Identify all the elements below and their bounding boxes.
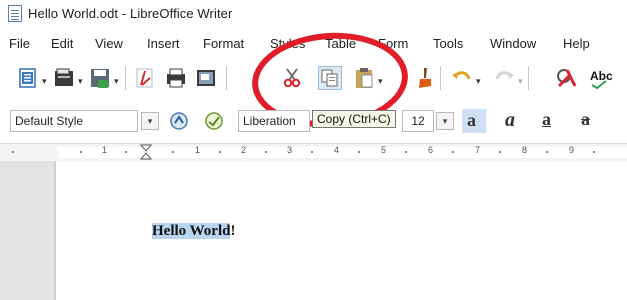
ruler-label: 6 — [428, 145, 434, 155]
spelling-button[interactable]: Abc — [588, 66, 622, 90]
paragraph-style-select[interactable]: Default Style — [10, 110, 138, 132]
ruler-tick — [405, 151, 407, 153]
open-button[interactable] — [52, 66, 76, 90]
page-gutter — [0, 161, 54, 300]
window-title: Hello World.odt - LibreOffice Writer — [28, 6, 233, 21]
ruler-tick — [311, 151, 313, 153]
font-size-select[interactable]: 12 — [402, 110, 434, 132]
toolbar-separator — [440, 66, 441, 90]
ruler-tick — [265, 151, 267, 153]
new-style-button[interactable] — [202, 109, 226, 133]
new-document-icon — [19, 68, 36, 88]
ruler-tick — [499, 151, 501, 153]
ruler-label: 2 — [241, 145, 247, 155]
bold-button[interactable]: a — [462, 109, 486, 133]
page-edge — [54, 161, 56, 300]
ruler-tick — [358, 151, 360, 153]
new-dropdown-icon[interactable]: ▾ — [42, 76, 47, 87]
underline-label: a — [542, 109, 551, 129]
open-dropdown-icon[interactable]: ▾ — [78, 76, 83, 87]
menu-insert[interactable]: Insert — [147, 36, 180, 51]
menu-tools[interactable]: Tools — [433, 36, 463, 51]
ruler-label: 1 — [102, 145, 108, 155]
pdf-icon — [136, 68, 153, 88]
menu-help[interactable]: Help — [563, 36, 590, 51]
ruler-tick — [12, 151, 14, 153]
ruler-label: 3 — [287, 145, 293, 155]
new-style-icon — [205, 112, 223, 130]
paragraph-style-dropdown-icon[interactable]: ▾ — [141, 112, 159, 130]
italic-label: a — [505, 109, 515, 131]
find-replace-button[interactable] — [554, 66, 578, 90]
underline-button[interactable]: a — [536, 109, 560, 133]
ruler-tick — [546, 151, 548, 153]
clone-formatting-button[interactable] — [412, 66, 436, 90]
horizontal-ruler[interactable]: 1 1 2 3 4 5 6 7 8 9 — [0, 143, 627, 163]
document-area[interactable]: Hello World! — [0, 161, 627, 300]
ruler-label: 7 — [475, 145, 481, 155]
menu-window[interactable]: Window — [490, 36, 536, 51]
font-size-dropdown-icon[interactable]: ▾ — [436, 112, 454, 130]
ruler-label: 8 — [522, 145, 528, 155]
save-dropdown-icon[interactable]: ▾ — [114, 76, 119, 87]
save-button[interactable] — [88, 66, 112, 90]
svg-text:Abc: Abc — [590, 69, 613, 83]
undo-icon — [452, 71, 471, 80]
toolbar-separator — [226, 66, 227, 90]
export-pdf-button[interactable] — [133, 66, 157, 90]
ruler-label: 4 — [334, 145, 340, 155]
update-style-button[interactable] — [167, 109, 191, 133]
copy-tooltip: Copy (Ctrl+C) — [312, 110, 396, 128]
paintbrush-icon — [419, 68, 431, 88]
strikethrough-button[interactable]: a — [576, 109, 600, 133]
strikethrough-label: a — [581, 109, 590, 129]
selected-text[interactable]: Hello World — [152, 223, 231, 239]
undo-dropdown-icon[interactable]: ▾ — [476, 76, 481, 87]
ruler-label: 1 — [195, 145, 201, 155]
ruler-tick — [593, 151, 595, 153]
document-paragraph[interactable]: Hello World! — [152, 223, 235, 240]
new-document-button[interactable] — [16, 66, 40, 90]
writer-document-icon — [8, 5, 22, 22]
find-replace-icon — [557, 69, 577, 88]
undo-button[interactable] — [450, 66, 474, 90]
print-preview-button[interactable] — [194, 66, 218, 90]
italic-button[interactable]: a — [500, 109, 524, 133]
ruler-tick — [219, 151, 221, 153]
toolbar-separator — [125, 66, 126, 90]
printer-icon — [167, 68, 185, 88]
ruler-tick — [452, 151, 454, 153]
ruler-tick — [125, 151, 127, 153]
save-icon — [91, 69, 109, 88]
font-name-select[interactable]: Liberation — [238, 110, 310, 132]
menu-file[interactable]: File — [9, 36, 30, 51]
redo-button[interactable] — [492, 66, 516, 90]
print-preview-icon — [197, 70, 215, 86]
ruler-label: 5 — [381, 145, 387, 155]
update-style-icon — [170, 112, 188, 130]
trailing-text[interactable]: ! — [230, 223, 235, 239]
redo-icon — [495, 71, 514, 80]
ruler-tick — [80, 151, 82, 153]
menu-edit[interactable]: Edit — [51, 36, 73, 51]
menu-format[interactable]: Format — [203, 36, 244, 51]
print-button[interactable] — [164, 66, 188, 90]
ruler-label: 9 — [569, 145, 575, 155]
spelling-icon: Abc — [590, 69, 613, 90]
indent-marker-icon[interactable] — [140, 144, 152, 160]
title-bar: Hello World.odt - LibreOffice Writer — [0, 0, 627, 28]
ruler-tick — [172, 151, 174, 153]
toolbar-separator — [528, 66, 529, 90]
redo-dropdown-icon[interactable]: ▾ — [518, 76, 523, 87]
bold-label: a — [467, 110, 476, 130]
menu-view[interactable]: View — [95, 36, 123, 51]
folder-icon — [55, 68, 73, 86]
